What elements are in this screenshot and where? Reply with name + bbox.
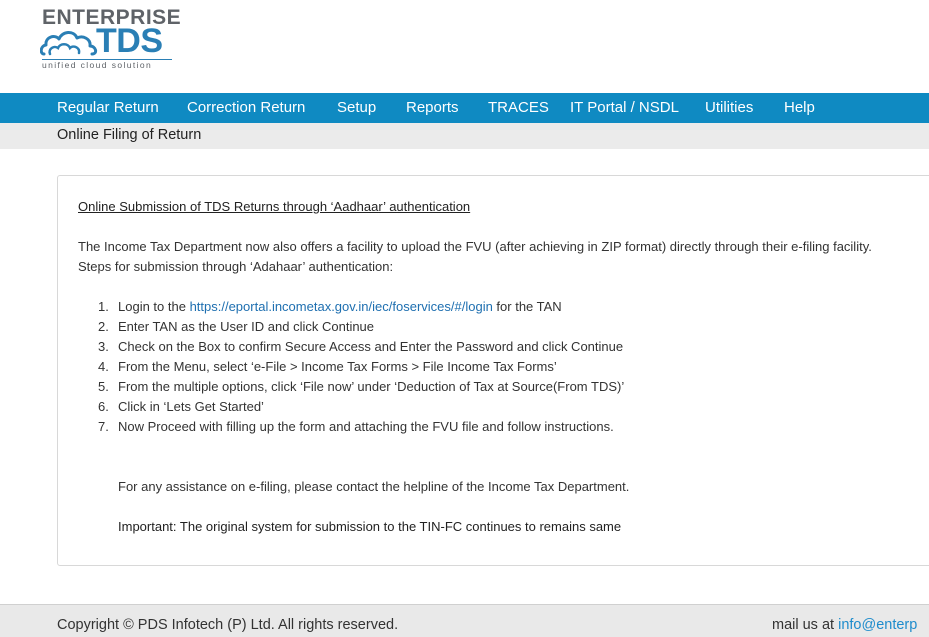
step-text: for the TAN	[492, 299, 562, 314]
mail-link[interactable]: info@enterp	[838, 617, 917, 633]
cloud-icon	[40, 31, 98, 56]
logo-tagline: unified cloud solution	[42, 60, 153, 70]
step-number: 6.	[98, 399, 109, 414]
header: ENTERPRISE TDS unified cloud solution	[0, 0, 929, 93]
content-panel: Online Submission of TDS Returns through…	[57, 175, 929, 566]
step-number: 3.	[98, 339, 109, 354]
content-heading: Online Submission of TDS Returns through…	[78, 199, 471, 214]
step-item: 5. From the multiple options, click ‘File…	[98, 377, 624, 397]
step-number: 4.	[98, 359, 109, 374]
intro-text: The Income Tax Department now also offer…	[78, 239, 872, 254]
assistance-note: For any assistance on e-filing, please c…	[118, 479, 630, 494]
nav-help[interactable]: Help	[784, 93, 815, 123]
important-note: Important: The original system for submi…	[118, 519, 622, 534]
copyright-text: Copyright © PDS Infotech (P) Ltd. All ri…	[57, 617, 399, 633]
step-item: 3. Check on the Box to confirm Secure Acc…	[98, 337, 624, 357]
nav-regular-return[interactable]: Regular Return	[57, 93, 159, 123]
logo-tds-text: TDS	[96, 22, 163, 60]
footer-mail: mail us at info@enterp	[772, 617, 917, 633]
step-text: Click in ‘Lets Get Started’	[118, 399, 264, 414]
step-item: 4. From the Menu, select ‘e-File > Income…	[98, 357, 624, 377]
mail-label: mail us at	[772, 617, 839, 633]
nav-utilities[interactable]: Utilities	[705, 93, 753, 123]
eportal-login-link[interactable]: https://eportal.incometax.gov.in/iec/fos…	[190, 299, 493, 314]
nav-reports[interactable]: Reports	[406, 93, 459, 123]
steps-list: 1. Login to the https://eportal.incometax…	[98, 297, 624, 437]
step-item: 7. Now Proceed with filling up the form a…	[98, 417, 624, 437]
step-text: From the Menu, select ‘e-File > Income T…	[118, 359, 557, 374]
step-number: 1.	[98, 299, 109, 314]
footer: Copyright © PDS Infotech (P) Ltd. All ri…	[0, 604, 929, 637]
step-text: Now Proceed with filling up the form and…	[118, 419, 614, 434]
nav-it-portal-nsdl[interactable]: IT Portal / NSDL	[570, 93, 679, 123]
logo[interactable]: ENTERPRISE TDS unified cloud solution	[40, 6, 181, 72]
step-text: From the multiple options, click ‘File n…	[118, 379, 625, 394]
step-number: 5.	[98, 379, 109, 394]
step-item: 2. Enter TAN as the User ID and click Con…	[98, 317, 624, 337]
main-nav: Regular Return Correction Return Setup R…	[0, 93, 929, 123]
step-text: Login to the	[118, 299, 190, 314]
step-item: 1. Login to the https://eportal.incometax…	[98, 297, 624, 317]
page-title: Online Filing of Return	[57, 127, 202, 143]
step-number: 2.	[98, 319, 109, 334]
step-text: Enter TAN as the User ID and click Conti…	[118, 319, 375, 334]
nav-traces[interactable]: TRACES	[488, 93, 549, 123]
steps-intro: Steps for submission through ‘Adahaar’ a…	[78, 259, 394, 274]
page-title-bar: Online Filing of Return	[0, 123, 929, 149]
step-number: 7.	[98, 419, 109, 434]
step-text: Check on the Box to confirm Secure Acces…	[118, 339, 624, 354]
nav-setup[interactable]: Setup	[337, 93, 376, 123]
page: ENTERPRISE TDS unified cloud solution Re…	[0, 0, 929, 637]
nav-correction-return[interactable]: Correction Return	[187, 93, 305, 123]
step-item: 6. Click in ‘Lets Get Started’	[98, 397, 624, 417]
